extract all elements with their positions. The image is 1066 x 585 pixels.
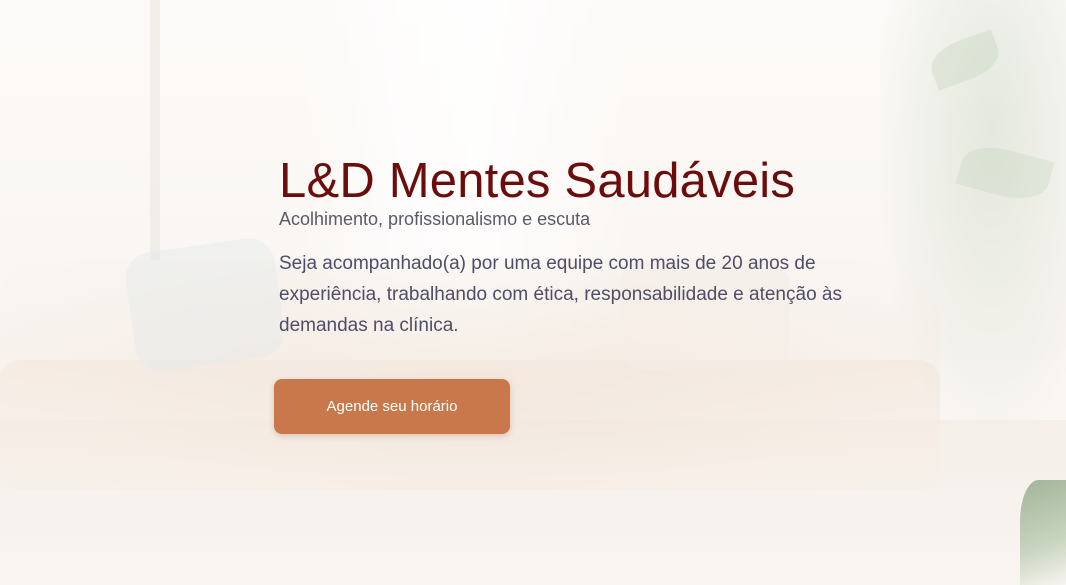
hero-content: L&D Mentes Saudáveis Acolhimento, profis… xyxy=(279,150,899,341)
schedule-appointment-button[interactable]: Agende seu horário xyxy=(274,379,510,434)
page-title: L&D Mentes Saudáveis xyxy=(279,154,796,208)
page-subtitle: Acolhimento, profissionalismo e escuta xyxy=(279,209,591,229)
hero-description: Seja acompanhado(a) por uma equipe com m… xyxy=(279,253,842,336)
hero-section: L&D Mentes Saudáveis Acolhimento, profis… xyxy=(0,0,1066,585)
